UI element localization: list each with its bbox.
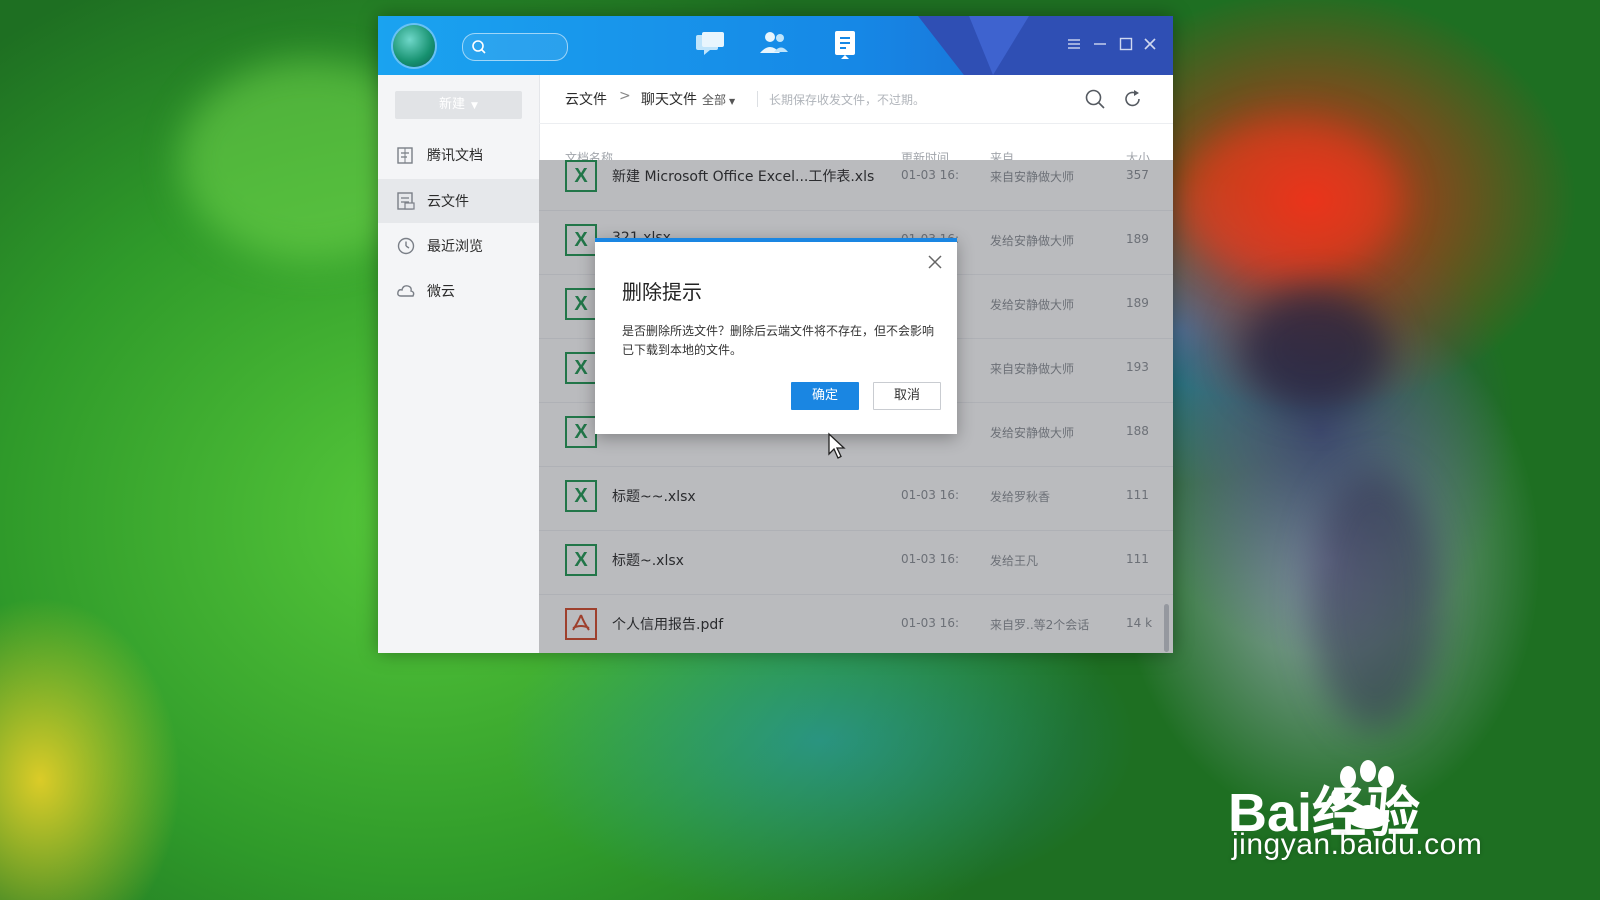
wallpaper-shadow: [1240, 290, 1390, 410]
wallpaper-shadow: [1310, 470, 1440, 730]
close-icon[interactable]: [1142, 36, 1158, 52]
breadcrumb-current[interactable]: 聊天文件: [641, 89, 697, 109]
close-icon[interactable]: [927, 254, 943, 270]
breadcrumb-root[interactable]: 云文件: [565, 89, 607, 109]
maximize-icon[interactable]: [1118, 36, 1134, 52]
sidebar-item-recent[interactable]: 最近浏览: [378, 224, 539, 268]
files-icon[interactable]: [831, 29, 859, 61]
sidebar-item-label: 云文件: [427, 194, 469, 210]
new-button-label: 新建: [439, 97, 466, 112]
dialog-title: 删除提示: [622, 280, 702, 304]
cloud-icon: [397, 285, 415, 297]
title-bar[interactable]: [378, 16, 1173, 75]
sidebar-item-tencent-docs[interactable]: 腾讯文档: [378, 133, 539, 177]
minimize-icon[interactable]: [1092, 36, 1108, 52]
chevron-down-icon: ▼: [471, 101, 478, 111]
new-button[interactable]: 新建 ▼: [395, 91, 522, 119]
wallpaper-highlight: [1180, 120, 1400, 280]
sidebar-item-label: 微云: [427, 284, 455, 300]
cancel-button[interactable]: 取消: [873, 382, 941, 410]
dialog-message: 是否删除所选文件？删除后云端文件将不存在，但不会影响已下载到本地的文件。: [622, 324, 935, 357]
breadcrumb-separator: >: [619, 88, 631, 104]
avatar[interactable]: [393, 25, 435, 67]
breadcrumb-hint: 长期保存收发文件，不过期。: [769, 93, 926, 107]
breadcrumb-divider: [757, 91, 758, 107]
chevron-down-icon: ▼: [729, 97, 736, 106]
delete-dialog: 删除提示 是否删除所选文件？删除后云端文件将不存在，但不会影响已下载到本地的文件…: [595, 238, 957, 434]
tencent-docs-icon: [397, 147, 413, 164]
filter-dropdown[interactable]: 全部 ▼: [702, 91, 735, 108]
message-icon[interactable]: [694, 29, 726, 57]
filter-value: 全部: [702, 93, 727, 107]
search-icon[interactable]: [1084, 88, 1106, 110]
breadcrumb: 云文件 > 聊天文件 全部 ▼ 长期保存收发文件，不过期。: [539, 75, 1173, 124]
sidebar-item-weiyun[interactable]: 微云: [378, 269, 539, 313]
clock-icon: [397, 237, 415, 255]
contacts-icon[interactable]: [758, 29, 790, 57]
refresh-icon[interactable]: [1122, 88, 1144, 110]
mouse-cursor-icon: [828, 432, 846, 459]
watermark-url: jingyan.baidu.com: [1232, 828, 1483, 861]
confirm-button[interactable]: 确定: [791, 382, 859, 410]
search-icon: [472, 40, 486, 54]
sidebar-item-label: 最近浏览: [427, 239, 483, 255]
search-box[interactable]: [462, 33, 568, 61]
menu-icon[interactable]: [1066, 36, 1082, 52]
sidebar-item-cloud-files[interactable]: 云文件: [378, 179, 539, 223]
title-bar-accent: [918, 16, 1173, 75]
sidebar-item-label: 腾讯文档: [427, 148, 483, 164]
sidebar: 新建 ▼ 腾讯文档 云文件 最近浏览 微云: [378, 75, 540, 653]
baidu-paw-logo: Bai经验: [1228, 760, 1420, 843]
cloud-file-icon: [397, 192, 415, 210]
